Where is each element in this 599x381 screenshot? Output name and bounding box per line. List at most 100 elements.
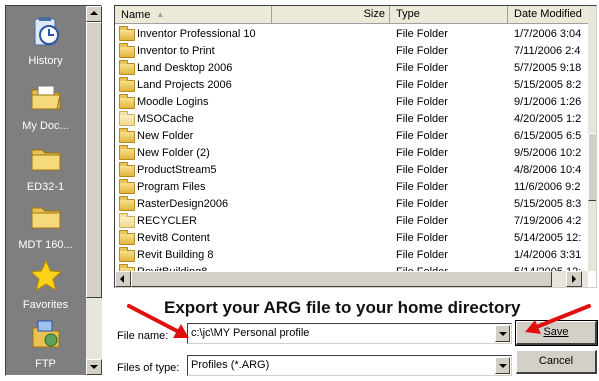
column-date-label: Date Modified <box>514 8 582 20</box>
file-row[interactable]: RECYCLER File Folder 7/19/2006 4:2 <box>115 213 588 230</box>
file-row[interactable]: New Folder (2) File Folder 9/5/2006 10:2 <box>115 145 588 162</box>
file-name-cell: Revit8 Content <box>137 232 210 244</box>
places-list: History My Doc... ED32-1 MDT 160... Favo… <box>6 6 85 375</box>
file-date-cell: 5/15/2005 8:3 <box>514 198 582 210</box>
scroll-up-button[interactable] <box>86 6 102 22</box>
files-of-type-dropdown-button[interactable] <box>495 357 510 374</box>
place-ftp[interactable]: FTP <box>6 318 85 370</box>
annotation-arrow-left <box>127 304 189 338</box>
file-list-horizontal-scrollbar[interactable] <box>115 271 588 287</box>
annotation-arrow-right <box>525 304 591 334</box>
file-list-hscroll-thumb[interactable] <box>131 271 552 287</box>
file-type-cell: File Folder <box>396 164 448 176</box>
file-row[interactable]: Program Files File Folder 11/6/2006 9:2 <box>115 179 588 196</box>
file-row[interactable]: MSOCache File Folder 4/20/2005 1:2 <box>115 111 588 128</box>
file-date-cell: 4/8/2006 10:4 <box>514 164 582 176</box>
folder-icon <box>31 149 60 171</box>
file-date-cell: 4/20/2005 1:2 <box>514 113 582 125</box>
file-name-cell: Land Projects 2006 <box>137 79 232 91</box>
file-row[interactable]: Inventor to Print File Folder 7/11/2006 2:… <box>115 43 588 60</box>
file-name-cell: ProductStream5 <box>137 164 217 176</box>
file-list[interactable]: Name ▲ Size Type Date Modified Inventor P… <box>114 5 597 288</box>
chevron-down-icon <box>499 332 507 336</box>
folder-icon <box>119 77 135 92</box>
column-header-type[interactable]: Type <box>390 6 508 24</box>
file-type-cell: File Folder <box>396 28 448 40</box>
place-history[interactable]: History <box>6 15 85 67</box>
file-type-cell: File Folder <box>396 45 448 57</box>
folder-icon <box>119 26 135 41</box>
file-name-cell: Inventor to Print <box>137 45 215 57</box>
folder-icon <box>119 162 135 177</box>
file-date-cell: 1/4/2006 3:31 <box>514 249 582 261</box>
file-date-cell: 11/6/2006 9:2 <box>514 181 581 193</box>
folder-icon <box>119 111 135 126</box>
file-type-cell: File Folder <box>396 215 448 227</box>
file-type-cell: File Folder <box>396 96 448 108</box>
folder-icon <box>119 247 135 262</box>
file-name-input[interactable]: c:\jc\MY Personal profile <box>191 327 309 339</box>
cancel-button[interactable]: Cancel <box>516 350 597 374</box>
file-name-cell: Land Desktop 2006 <box>137 62 233 74</box>
column-header-name[interactable]: Name ▲ <box>115 6 272 24</box>
place-label: My Doc... <box>22 120 69 132</box>
file-row[interactable]: ProductStream5 File Folder 4/8/2006 10:4 <box>115 162 588 179</box>
places-scrollbar[interactable] <box>86 6 102 375</box>
scroll-right-button[interactable] <box>566 271 582 287</box>
file-name-cell: Inventor Professional 10 <box>137 28 256 40</box>
file-name-dropdown-button[interactable] <box>495 325 510 342</box>
arrow-left-icon <box>120 275 124 283</box>
folder-icon <box>119 60 135 75</box>
annotation-text: Export your ARG file to your home direct… <box>164 298 521 317</box>
files-of-type-value[interactable]: Profiles (*.ARG) <box>191 359 269 371</box>
file-row[interactable]: Revit8 Content File Folder 5/14/2005 12: <box>115 230 588 247</box>
file-row[interactable]: New Folder File Folder 6/15/2005 6:5 <box>115 128 588 145</box>
place-label: History <box>28 55 63 67</box>
files-of-type-combo[interactable]: Profiles (*.ARG) <box>187 355 512 376</box>
file-type-cell: File Folder <box>396 181 448 193</box>
file-list-vertical-scrollbar[interactable] <box>588 6 596 271</box>
place-label: Favorites <box>22 299 69 311</box>
file-row[interactable]: Land Projects 2006 File Folder 5/15/2005 8… <box>115 77 588 94</box>
file-row[interactable]: Moodle Logins File Folder 9/1/2006 1:26 <box>115 94 588 111</box>
scroll-down-button[interactable] <box>86 359 102 375</box>
file-list-scroll-thumb[interactable] <box>588 133 596 201</box>
column-name-label: Name <box>121 9 151 21</box>
arrow-down-icon <box>90 365 98 369</box>
folder-icon <box>119 196 135 211</box>
file-name-combo[interactable]: c:\jc\MY Personal profile <box>187 323 512 344</box>
file-date-cell: 1/7/2006 3:04 <box>514 28 582 40</box>
file-row[interactable]: RasterDesign2006 File Folder 5/15/2005 8:3 <box>115 196 588 213</box>
place-label: MDT 160... <box>18 239 73 251</box>
place-ed32-1[interactable]: ED32-1 <box>6 141 85 193</box>
place-mdt-160[interactable]: MDT 160... <box>6 199 85 251</box>
column-size-label: Size <box>363 8 385 20</box>
folder-icon <box>119 43 135 58</box>
folder-icon <box>119 179 135 194</box>
chevron-down-icon <box>499 364 507 368</box>
file-row[interactable]: Inventor Professional 10 File Folder 1/7/2… <box>115 26 588 43</box>
file-date-cell: 5/15/2005 8:2 <box>514 79 582 91</box>
file-rows: Inventor Professional 10 File Folder 1/7/2… <box>115 26 588 281</box>
file-type-cell: File Folder <box>396 232 448 244</box>
arrow-up-icon <box>90 11 98 15</box>
ftp-icon <box>32 320 59 348</box>
column-headers: Name ▲ Size Type Date Modified <box>115 6 596 24</box>
place-favorites[interactable]: Favorites <box>6 259 85 311</box>
folder-icon <box>119 230 135 245</box>
place-label: FTP <box>35 358 56 370</box>
column-header-date[interactable]: Date Modified <box>508 6 596 24</box>
file-row[interactable]: Land Desktop 2006 File Folder 5/7/2005 9:1… <box>115 60 588 77</box>
file-name-cell: Program Files <box>137 181 206 193</box>
history-icon <box>34 17 59 46</box>
places-scroll-thumb[interactable] <box>86 22 102 298</box>
file-name-cell: MSOCache <box>137 113 194 125</box>
folder-icon <box>119 213 135 228</box>
folder-icon <box>119 94 135 109</box>
file-date-cell: 5/14/2005 12: <box>514 232 582 244</box>
column-header-size[interactable]: Size <box>272 6 390 24</box>
place-my-documents[interactable]: My Doc... <box>6 80 85 132</box>
file-type-cell: File Folder <box>396 62 448 74</box>
file-row[interactable]: Revit Building 8 File Folder 1/4/2006 3:31 <box>115 247 588 264</box>
scroll-left-button[interactable] <box>115 271 131 287</box>
